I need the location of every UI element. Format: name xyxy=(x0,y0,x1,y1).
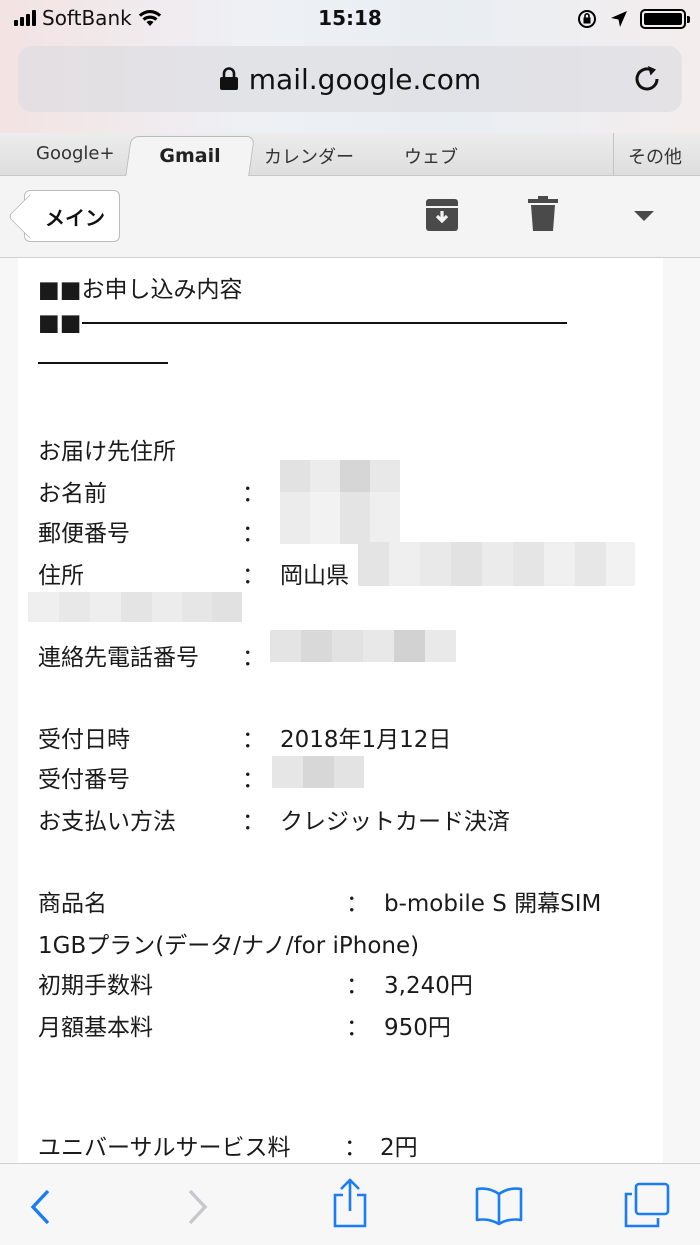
colon: ： xyxy=(242,563,265,589)
product-value: b-mobile S 開幕SIM xyxy=(384,891,602,917)
archive-icon[interactable] xyxy=(425,198,459,232)
more-actions-chevron-down-icon[interactable] xyxy=(634,211,654,223)
forward-chevron-icon xyxy=(188,1189,208,1225)
product-label: 商品名 xyxy=(38,891,107,917)
monthly-fee-label: 月額基本料 xyxy=(38,1015,153,1041)
colon: ： xyxy=(242,809,265,835)
mail-body: ■■お申し込み内容 ■■ お届け先住所 お名前 ： 郵便番号 ： 住所 ： 岡山… xyxy=(18,258,663,1163)
initial-fee-value: 3,240円 xyxy=(384,973,473,999)
colon: ： xyxy=(346,973,369,999)
location-icon xyxy=(611,11,627,27)
redacted-phone xyxy=(270,630,456,662)
browser-toolbar xyxy=(0,1163,700,1245)
receipt-label: 受付番号 xyxy=(38,767,130,793)
universal-fee-value: 2円 xyxy=(380,1135,418,1161)
colon: ： xyxy=(346,891,369,917)
gmail-tab-bar: Google+ Gmail カレンダー ウェブ その他 xyxy=(0,133,700,177)
payment-label: お支払い方法 xyxy=(38,809,176,835)
section-header: ■■お申し込み内容 xyxy=(38,277,243,303)
date-value: 2018年1月12日 xyxy=(280,727,452,753)
orientation-lock-icon xyxy=(578,10,596,28)
divider-line-short xyxy=(38,362,168,364)
redacted-receipt xyxy=(272,756,364,788)
back-to-inbox-button[interactable]: メイン xyxy=(24,190,120,242)
tabs-icon[interactable] xyxy=(622,1182,670,1228)
colon: ： xyxy=(344,1135,367,1161)
address-label: 住所 xyxy=(38,563,84,589)
colon: ： xyxy=(242,481,265,507)
share-icon[interactable] xyxy=(330,1178,370,1228)
universal-fee-label: ユニバーサルサービス料 xyxy=(38,1135,291,1161)
url-bar[interactable]: mail.google.com xyxy=(18,46,682,112)
browser-chrome: SoftBank 15:18 mail.google.com xyxy=(0,0,700,133)
colon: ： xyxy=(242,645,265,671)
tab-more[interactable]: その他 xyxy=(628,143,682,169)
battery-icon xyxy=(640,9,690,29)
tab-divider xyxy=(613,133,614,176)
delivery-header: お届け先住所 xyxy=(38,439,176,465)
reload-icon[interactable] xyxy=(630,62,664,96)
payment-value: クレジットカード決済 xyxy=(280,809,510,835)
redacted-postal xyxy=(280,492,400,544)
tab-gmail[interactable]: Gmail xyxy=(128,145,252,167)
lock-icon xyxy=(219,67,238,90)
back-chevron-icon[interactable] xyxy=(28,1188,52,1226)
name-label: お名前 xyxy=(38,481,107,507)
address-value: 岡山県 xyxy=(280,563,349,589)
postal-label: 郵便番号 xyxy=(38,521,130,547)
initial-fee-label: 初期手数料 xyxy=(38,973,153,999)
colon: ： xyxy=(242,767,265,793)
tab-web[interactable]: ウェブ xyxy=(404,143,458,169)
monthly-fee-value: 950円 xyxy=(384,1015,451,1041)
product-value-cont: 1GBプラン(データ/ナノ/for iPhone) xyxy=(38,933,420,959)
colon: ： xyxy=(346,1015,369,1041)
redacted-address xyxy=(358,542,635,586)
back-button-label: メイン xyxy=(45,205,105,230)
colon: ： xyxy=(242,727,265,753)
date-label: 受付日時 xyxy=(38,727,130,753)
trash-icon[interactable] xyxy=(528,196,558,232)
status-bar: SoftBank 15:18 xyxy=(0,0,700,40)
redacted-address-cont xyxy=(28,592,242,622)
tab-calendar[interactable]: カレンダー xyxy=(264,143,354,169)
phone-label: 連絡先電話番号 xyxy=(38,645,199,671)
tab-google-plus[interactable]: Google+ xyxy=(36,143,115,164)
redacted-name xyxy=(280,460,400,492)
url-text: mail.google.com xyxy=(248,62,482,96)
rule-prefix: ■■ xyxy=(38,310,82,336)
divider-line xyxy=(82,322,567,324)
bookmarks-icon[interactable] xyxy=(474,1186,524,1226)
mail-action-bar: メイン xyxy=(0,176,700,258)
colon: ： xyxy=(242,521,265,547)
